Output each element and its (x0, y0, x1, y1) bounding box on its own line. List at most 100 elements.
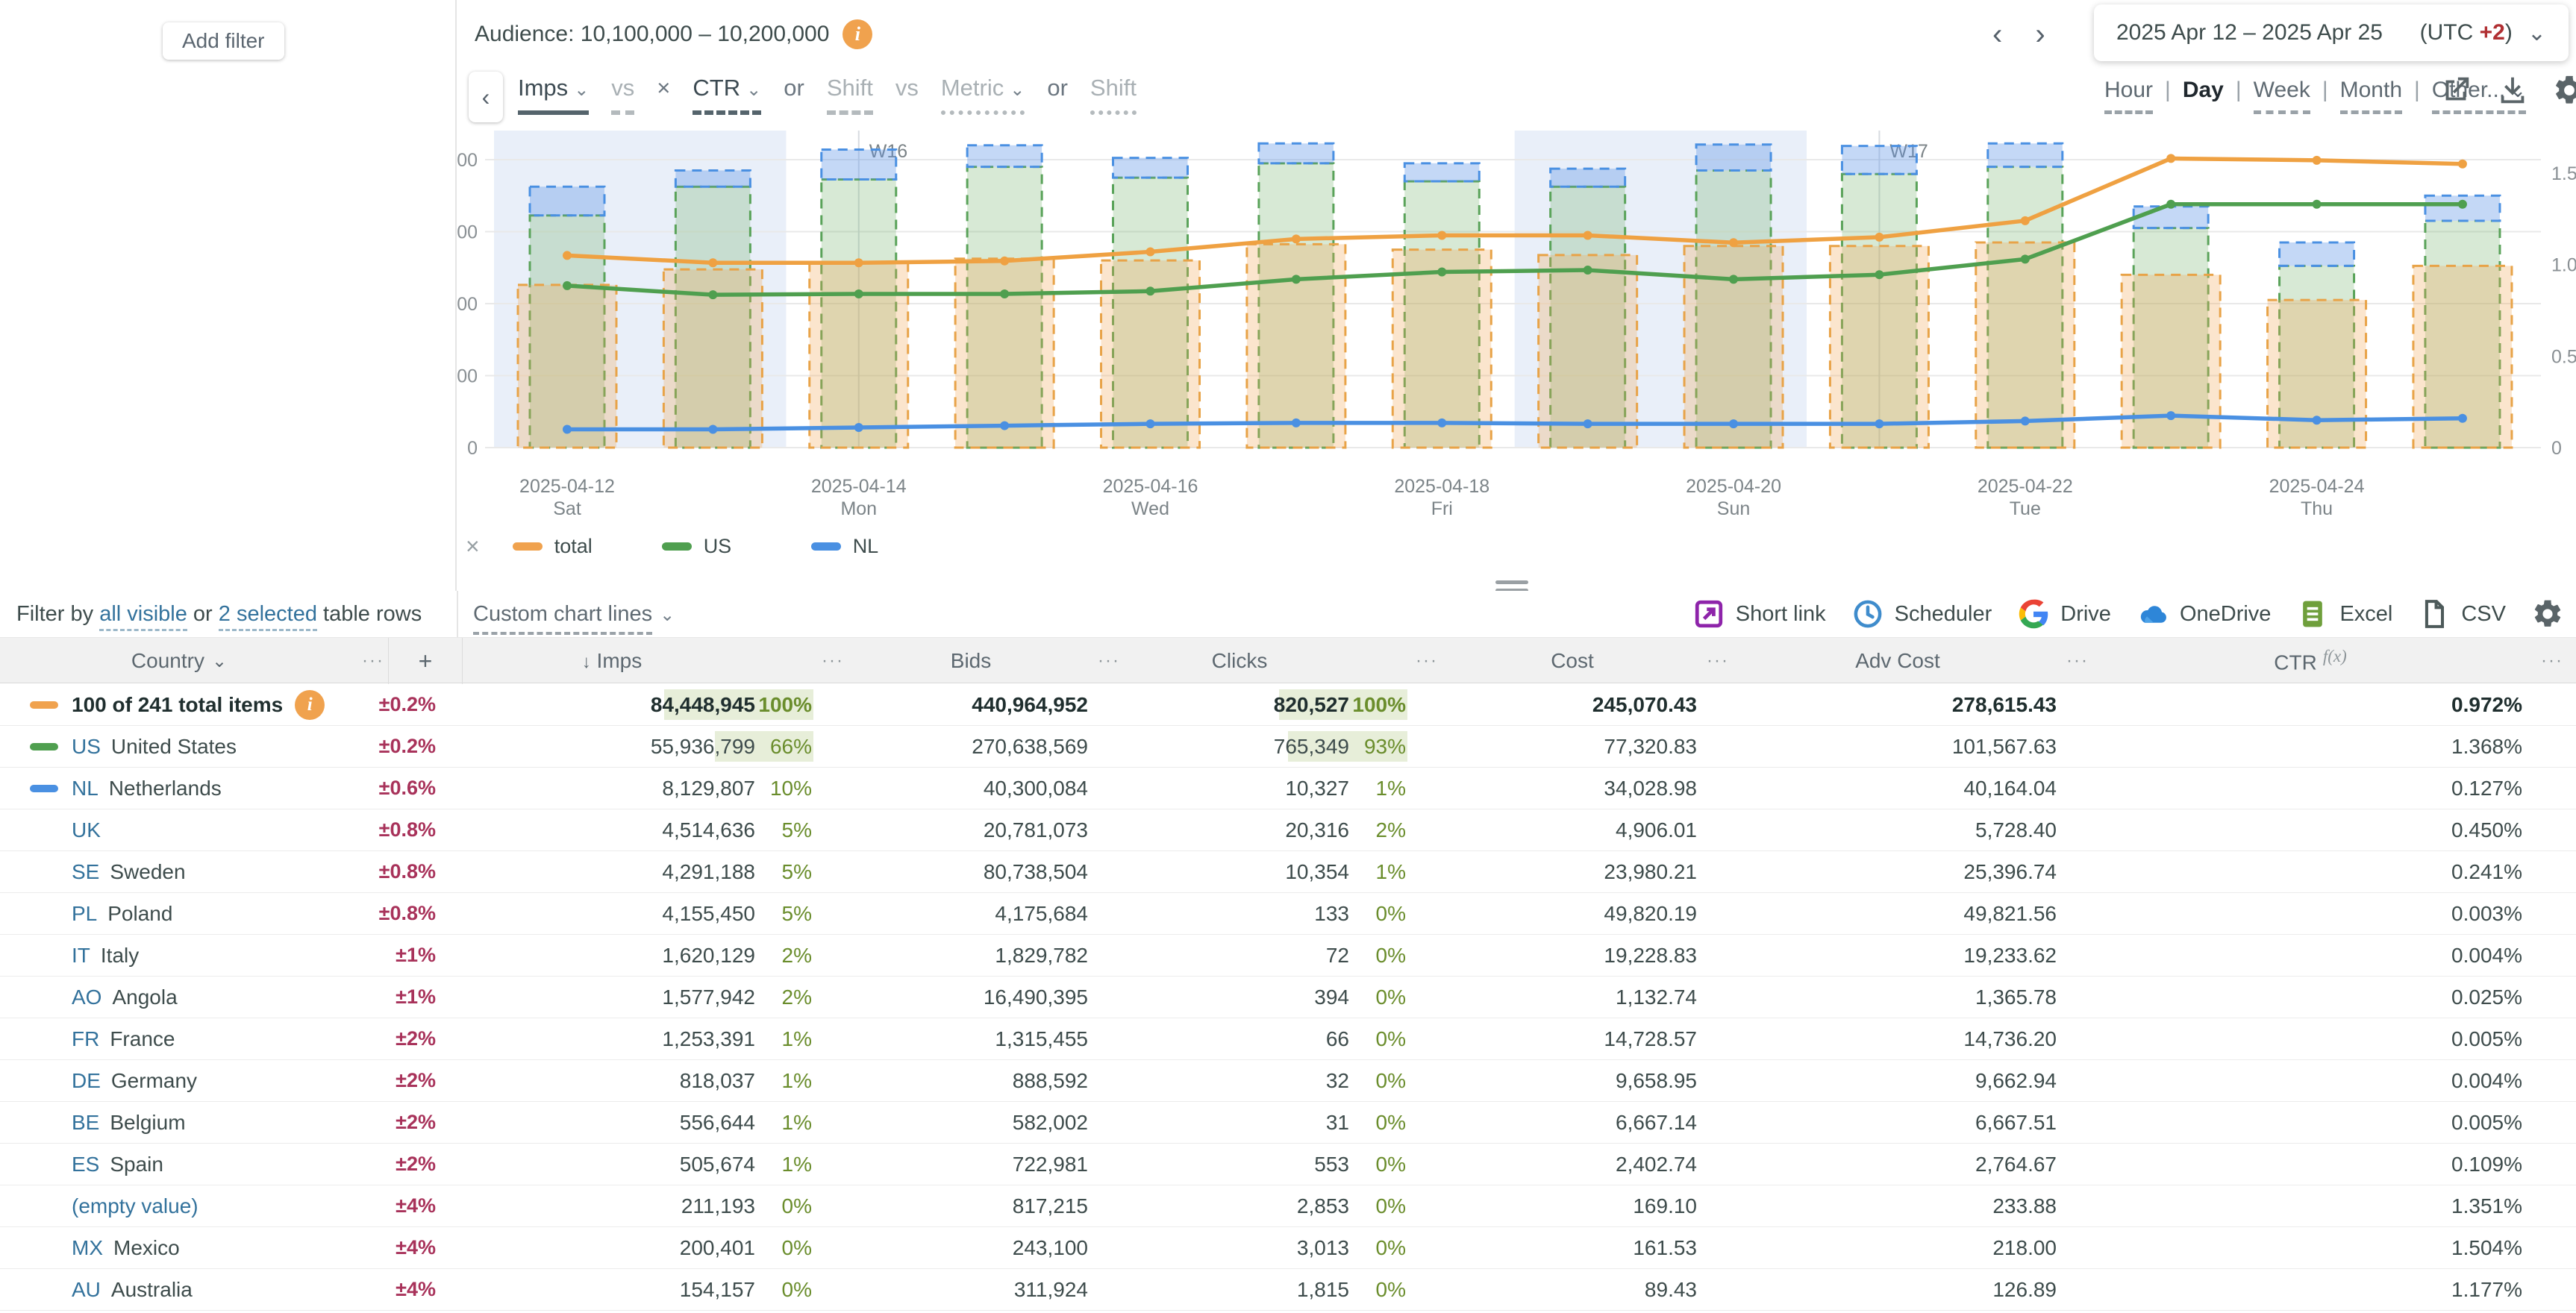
column-menu-icon[interactable]: ··· (2063, 651, 2092, 671)
short-link-button[interactable]: Short link (1692, 598, 1826, 630)
metric-token-ctr[interactable]: CTR⌄ (693, 75, 761, 115)
ctr-value: 0.025% (2092, 985, 2528, 1009)
table-row[interactable]: NLNetherlands±0.6%8,129,80710%40,300,084… (0, 768, 2576, 809)
country-code-link[interactable]: UK (72, 818, 101, 842)
next-period-button[interactable]: › (2035, 13, 2045, 55)
prev-period-button[interactable]: ‹ (1992, 13, 2002, 55)
filter-selected-link[interactable]: 2 selected (219, 602, 317, 631)
table-row[interactable]: BEBelgium±2%556,6441%582,002310%6,667.14… (0, 1102, 2576, 1144)
table-row[interactable]: SESweden±0.8%4,291,1885%80,738,50410,354… (0, 851, 2576, 893)
table-row[interactable]: AUAustralia±4%154,1570%311,9241,8150%89.… (0, 1269, 2576, 1311)
svg-text:Fri: Fri (1431, 498, 1453, 519)
table-row[interactable]: (empty value)±4%211,1930%817,2152,8530%1… (0, 1185, 2576, 1227)
onedrive-button[interactable]: OneDrive (2136, 598, 2272, 630)
close-icon[interactable]: × (466, 533, 480, 560)
gear-icon[interactable] (2531, 598, 2564, 630)
column-menu-icon[interactable]: ··· (1412, 651, 1442, 671)
granularity-hour[interactable]: Hour (2104, 78, 2153, 114)
metric-token-vs[interactable]: vs (611, 75, 634, 115)
country-code-link[interactable]: SE (72, 860, 99, 884)
series-swatch-empty (30, 868, 58, 876)
metric-token-imps[interactable]: Imps⌄ (518, 75, 589, 115)
table-row[interactable]: ESSpain±2%505,6741%722,9815530%2,402.742… (0, 1144, 2576, 1185)
info-icon[interactable]: i (295, 690, 325, 720)
granularity-week[interactable]: Week (2254, 78, 2310, 114)
google-g-icon (2017, 598, 2050, 630)
delta-value: ±4% (358, 1194, 463, 1218)
scheduler-clock-icon (1851, 598, 1884, 630)
svg-text:4,000,000: 4,000,000 (457, 294, 478, 315)
country-code-link[interactable]: PL (72, 902, 97, 926)
country-code-link[interactable]: (empty value) (72, 1194, 198, 1218)
excel-export-button[interactable]: Excel (2296, 598, 2392, 630)
gear-icon[interactable] (2552, 73, 2576, 107)
cost-value: 169.10 (1442, 1194, 1703, 1218)
csv-export-button[interactable]: CSV (2418, 598, 2506, 630)
metric-token-shift[interactable]: Shift (827, 75, 873, 115)
column-header-bids[interactable]: Bids (848, 649, 1094, 673)
country-code-link[interactable]: BE (72, 1111, 99, 1135)
ctr-value: 1.351% (2092, 1194, 2528, 1218)
download-icon[interactable] (2495, 73, 2530, 107)
info-icon[interactable]: i (842, 19, 872, 49)
column-header-country[interactable]: Country⌄ (0, 649, 358, 673)
custom-chart-lines-dropdown[interactable]: Custom chart lines⌄ (473, 602, 675, 627)
date-range-picker[interactable]: 2025 Apr 12 – 2025 Apr 25 (UTC +2) ⌄ (2094, 4, 2569, 61)
column-menu-icon[interactable]: ··· (1094, 651, 1124, 671)
country-code-link[interactable]: MX (72, 1236, 103, 1260)
chart-legend: × totalUSNL (466, 527, 960, 565)
granularity-month[interactable]: Month (2340, 78, 2402, 114)
legend-item-total[interactable]: total (513, 535, 662, 558)
country-code-link[interactable]: DE (72, 1069, 101, 1093)
imps-share: 1% (755, 1069, 818, 1093)
column-menu-icon[interactable]: ··· (1703, 651, 1733, 671)
country-code-link[interactable]: AO (72, 985, 101, 1009)
clicks-share: 0% (1349, 944, 1412, 968)
table-row[interactable]: PLPoland±0.8%4,155,4505%4,175,6841330%49… (0, 893, 2576, 935)
legend-item-nl[interactable]: NL (811, 535, 960, 558)
column-header-clicks[interactable]: Clicks (1124, 649, 1355, 673)
table-toolbar: Filter by all visible or 2 selected tabl… (0, 591, 2576, 637)
table-row[interactable]: AOAngola±1%1,577,9422%16,490,3953940%1,1… (0, 977, 2576, 1018)
clicks-share: 1% (1349, 860, 1412, 884)
column-header-imps[interactable]: ↓ Imps (463, 649, 761, 673)
table-row[interactable]: FRFrance±2%1,253,3911%1,315,455660%14,72… (0, 1018, 2576, 1060)
column-menu-icon[interactable]: ··· (818, 651, 848, 671)
add-filter-button[interactable]: Add filter (163, 22, 284, 60)
column-header-ctr[interactable]: CTRf(x) (2092, 647, 2528, 674)
clicks-value: 32 (1124, 1069, 1349, 1093)
column-header-cost[interactable]: Cost (1442, 649, 1703, 673)
country-code-link[interactable]: US (72, 735, 101, 759)
metric-token-metric[interactable]: Metric⌄ (941, 75, 1025, 115)
country-code-link[interactable]: NL (72, 777, 99, 800)
table-row[interactable]: DEGermany±2%818,0371%888,592320%9,658.95… (0, 1060, 2576, 1102)
combo-chart[interactable]: 02,000,0004,000,0006,000,0008,000,00000.… (457, 112, 2576, 530)
column-header-adv-cost[interactable]: Adv Cost (1733, 649, 2063, 673)
delta-value: ±4% (358, 1278, 463, 1301)
granularity-day[interactable]: Day (2183, 78, 2224, 110)
scheduler-button[interactable]: Scheduler (1851, 598, 1992, 630)
column-menu-icon[interactable]: ··· (358, 651, 388, 671)
country-code-link[interactable]: ES (72, 1153, 99, 1176)
column-menu-icon[interactable]: ··· (2528, 651, 2576, 671)
open-in-new-icon[interactable] (2439, 73, 2473, 107)
adv-cost-value: 40,164.04 (1733, 777, 2063, 800)
table-row-totals[interactable]: 100 of 241 total itemsi±0.2%84,448,94510… (0, 684, 2576, 726)
country-code-link[interactable]: IT (72, 944, 90, 968)
add-column-button[interactable]: + (388, 638, 463, 684)
google-drive-button[interactable]: Drive (2017, 598, 2111, 630)
table-row[interactable]: UK±0.8%4,514,6365%20,781,07320,3162%4,90… (0, 809, 2576, 851)
metric-token-shift[interactable]: Shift (1090, 75, 1137, 115)
imps-value: 1,253,391 (463, 1027, 755, 1051)
svg-text:Mon: Mon (840, 498, 877, 519)
series-swatch-empty (30, 1077, 58, 1085)
table-row[interactable]: MXMexico±4%200,4010%243,1003,0130%161.53… (0, 1227, 2576, 1269)
table-row[interactable]: ITItaly±1%1,620,1292%1,829,782720%19,228… (0, 935, 2576, 977)
country-code-link[interactable]: FR (72, 1027, 99, 1051)
country-code-link[interactable]: AU (72, 1278, 101, 1302)
cost-value: 6,667.14 (1442, 1111, 1703, 1135)
clicks-share: 0% (1349, 1236, 1412, 1260)
table-row[interactable]: USUnited States±0.2%55,936,79966%270,638… (0, 726, 2576, 768)
legend-item-us[interactable]: US (662, 535, 811, 558)
filter-all-visible-link[interactable]: all visible (99, 602, 187, 631)
